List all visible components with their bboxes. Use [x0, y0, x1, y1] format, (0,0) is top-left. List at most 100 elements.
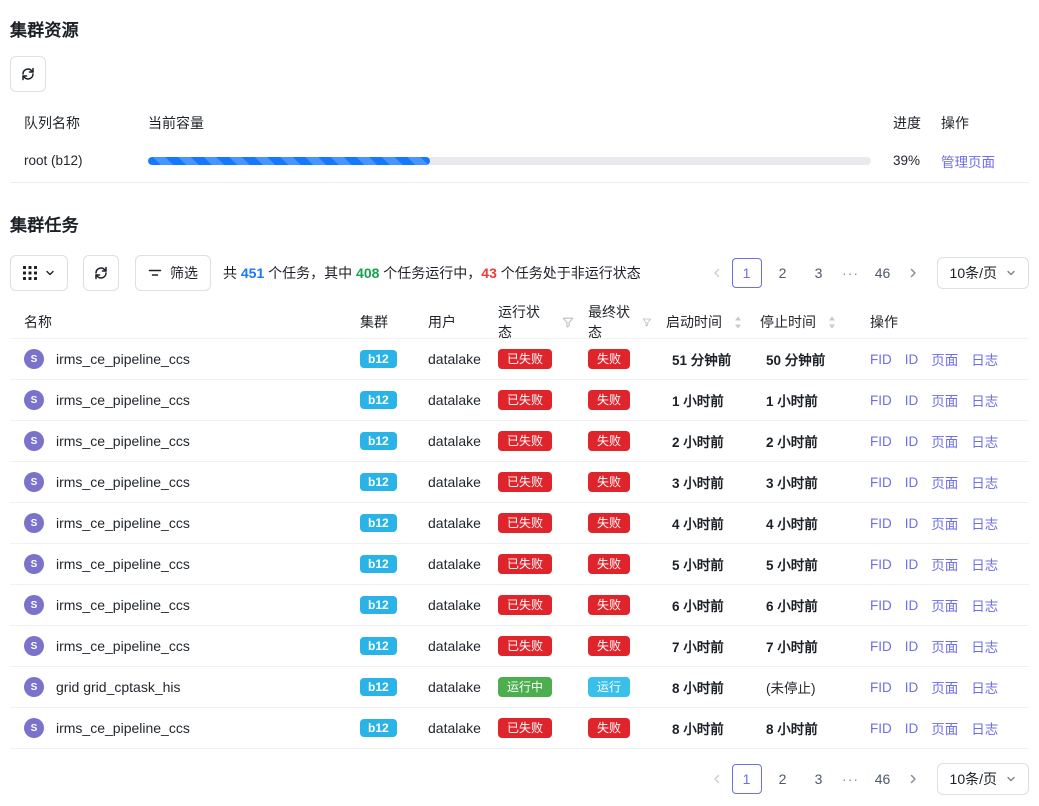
id-link[interactable]: ID	[905, 639, 919, 654]
fid-link[interactable]: FID	[870, 680, 892, 695]
task-stop-time: 50 分钟前	[746, 349, 856, 369]
log-link[interactable]: 日志	[971, 595, 998, 615]
fid-link[interactable]: FID	[870, 434, 892, 449]
task-ops-cell: FID ID 页面日志	[856, 349, 1029, 369]
task-name-cell: Sirms_ce_pipeline_ccs	[10, 636, 346, 656]
task-name: irms_ce_pipeline_ccs	[56, 638, 190, 654]
final-status-badge: 失败	[588, 554, 630, 574]
task-user-cell: datalake	[414, 720, 484, 736]
log-link[interactable]: 日志	[971, 636, 998, 656]
task-name: irms_ce_pipeline_ccs	[56, 392, 190, 408]
task-final-status-cell: 失败	[574, 390, 652, 410]
run-status-badge: 已失败	[498, 472, 552, 492]
id-link[interactable]: ID	[905, 516, 919, 531]
manage-page-link[interactable]: 管理页面	[941, 155, 995, 170]
fid-link[interactable]: FID	[870, 352, 892, 367]
task-name-cell: Sirms_ce_pipeline_ccs	[10, 390, 346, 410]
columns-button[interactable]	[10, 255, 68, 291]
next-page-button[interactable]	[901, 259, 925, 287]
task-avatar: S	[24, 513, 44, 533]
page-link[interactable]: 页面	[931, 349, 958, 369]
resources-table: 队列名称 当前容量 进度 操作 root (b12) 39% 管理页面	[10, 107, 1029, 183]
task-ops-cell: FID ID 页面日志	[856, 472, 1029, 492]
id-link[interactable]: ID	[905, 680, 919, 695]
cluster-badge: b12	[360, 350, 397, 368]
filter-funnel-icon[interactable]	[562, 316, 574, 329]
filter-funnel-icon[interactable]	[642, 316, 652, 329]
log-link[interactable]: 日志	[971, 513, 998, 533]
sort-icon[interactable]	[828, 316, 836, 329]
task-run-status-cell: 已失败	[484, 431, 574, 451]
page-link[interactable]: 页面	[931, 431, 958, 451]
page-button-46[interactable]: 46	[868, 258, 898, 288]
page-button-3[interactable]: 3	[804, 258, 834, 288]
next-page-button[interactable]	[901, 765, 925, 793]
id-link[interactable]: ID	[905, 475, 919, 490]
task-user-cell: datalake	[414, 351, 484, 367]
task-start-time: 3 小时前	[652, 472, 746, 492]
id-link[interactable]: ID	[905, 598, 919, 613]
col-header-ops: 操作	[856, 312, 1029, 332]
page-button-1[interactable]: 1	[732, 258, 762, 288]
task-stop-time: 1 小时前	[746, 390, 856, 410]
id-link[interactable]: ID	[905, 352, 919, 367]
cluster-badge: b12	[360, 637, 397, 655]
run-status-badge: 已失败	[498, 636, 552, 656]
task-run-status-cell: 已失败	[484, 513, 574, 533]
run-status-badge: 已失败	[498, 431, 552, 451]
task-cluster-cell: b12	[346, 555, 414, 573]
task-user-cell: datalake	[414, 597, 484, 613]
log-link[interactable]: 日志	[971, 472, 998, 492]
fid-link[interactable]: FID	[870, 516, 892, 531]
id-link[interactable]: ID	[905, 721, 919, 736]
page-link[interactable]: 页面	[931, 513, 958, 533]
id-link[interactable]: ID	[905, 434, 919, 449]
fid-link[interactable]: FID	[870, 721, 892, 736]
tasks-refresh-button[interactable]	[83, 255, 119, 291]
fid-link[interactable]: FID	[870, 639, 892, 654]
page-link[interactable]: 页面	[931, 718, 958, 738]
log-link[interactable]: 日志	[971, 554, 998, 574]
page-link[interactable]: 页面	[931, 472, 958, 492]
page-link[interactable]: 页面	[931, 390, 958, 410]
final-status-badge: 失败	[588, 390, 630, 410]
cluster-badge: b12	[360, 719, 397, 737]
id-link[interactable]: ID	[905, 393, 919, 408]
task-cluster-cell: b12	[346, 473, 414, 491]
page-size-select[interactable]: 10条/页	[937, 763, 1029, 795]
page-size-value: 10条/页	[950, 769, 997, 789]
task-start-time: 8 小时前	[652, 677, 746, 697]
task-avatar: S	[24, 718, 44, 738]
id-link[interactable]: ID	[905, 557, 919, 572]
resources-refresh-button[interactable]	[10, 56, 46, 92]
page-link[interactable]: 页面	[931, 677, 958, 697]
filter-button[interactable]: 筛选	[135, 255, 211, 291]
page-ellipsis: ···	[837, 771, 865, 787]
task-row: Sirms_ce_pipeline_ccsb12datalake已失败失败51 …	[10, 339, 1029, 380]
fid-link[interactable]: FID	[870, 598, 892, 613]
page-button-2[interactable]: 2	[768, 258, 798, 288]
run-status-badge: 已失败	[498, 513, 552, 533]
task-run-status-cell: 运行中	[484, 677, 574, 697]
fid-link[interactable]: FID	[870, 557, 892, 572]
log-link[interactable]: 日志	[971, 390, 998, 410]
fid-link[interactable]: FID	[870, 393, 892, 408]
page-link[interactable]: 页面	[931, 554, 958, 574]
log-link[interactable]: 日志	[971, 349, 998, 369]
task-ops-cell: FID ID 页面日志	[856, 431, 1029, 451]
fid-link[interactable]: FID	[870, 475, 892, 490]
page-link[interactable]: 页面	[931, 595, 958, 615]
sort-icon[interactable]	[734, 316, 742, 329]
col-header-final-status: 最终状态	[574, 302, 652, 342]
prev-page-button[interactable]	[705, 259, 729, 287]
log-link[interactable]: 日志	[971, 718, 998, 738]
log-link[interactable]: 日志	[971, 431, 998, 451]
prev-page-button[interactable]	[705, 765, 729, 793]
task-stop-time: 6 小时前	[746, 595, 856, 615]
run-status-badge: 已失败	[498, 390, 552, 410]
log-link[interactable]: 日志	[971, 677, 998, 697]
task-name: irms_ce_pipeline_ccs	[56, 433, 190, 449]
task-cluster-cell: b12	[346, 391, 414, 409]
page-link[interactable]: 页面	[931, 636, 958, 656]
page-size-select[interactable]: 10条/页	[937, 257, 1029, 289]
